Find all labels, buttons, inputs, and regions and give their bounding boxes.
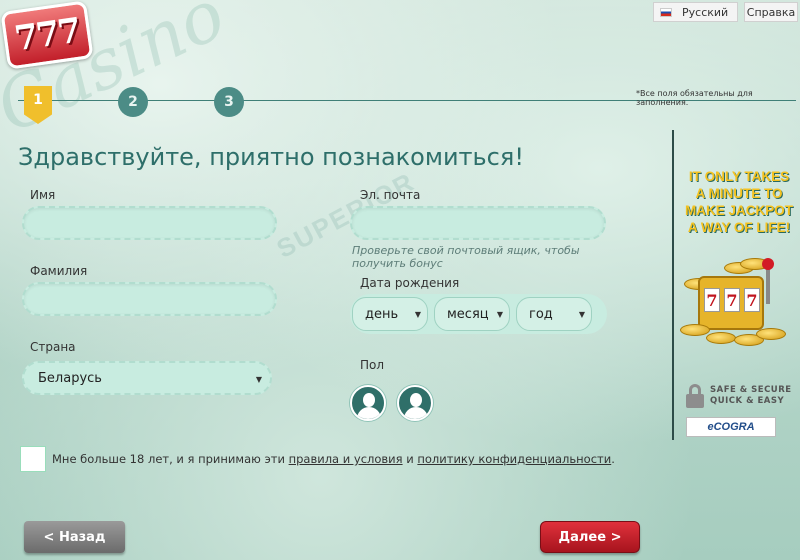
email-label: Эл. почта bbox=[360, 188, 421, 202]
last-name-label: Фамилия bbox=[30, 264, 88, 278]
email-hint: Проверьте свой почтовый ящик, чтобы полу… bbox=[352, 244, 580, 270]
step-3: 3 bbox=[214, 87, 244, 117]
secure-line-1: SAFE & SECURE bbox=[710, 385, 792, 395]
page-title: Здравствуйте, приятно познакомиться! bbox=[18, 143, 524, 171]
dob-year-value: год bbox=[529, 306, 553, 322]
required-note: *Все поля обязательны для заполнения. bbox=[636, 89, 753, 107]
slot-machine-image: 7 7 7 bbox=[680, 258, 786, 348]
dob-month-select[interactable]: месяц ▼ bbox=[434, 297, 510, 331]
secure-line-2: QUICK & EASY bbox=[710, 396, 785, 406]
secure-badge: SAFE & SECURE QUICK & EASY bbox=[686, 384, 796, 408]
side-divider bbox=[672, 130, 674, 440]
promo-text: IT ONLY TAKES A MINUTE TO MAKE JACKPOT A… bbox=[684, 169, 793, 235]
female-avatar-icon[interactable] bbox=[397, 385, 433, 421]
ecogra-badge: eCOGRA bbox=[686, 417, 776, 437]
language-label: Русский bbox=[682, 5, 729, 19]
help-button[interactable]: Справка bbox=[744, 2, 798, 22]
terms-suffix: . bbox=[611, 452, 615, 466]
chevron-down-icon: ▼ bbox=[414, 310, 421, 319]
chevron-down-icon: ▼ bbox=[578, 310, 585, 319]
lock-icon bbox=[686, 384, 704, 408]
flag-ru-icon bbox=[660, 7, 672, 17]
language-selector[interactable]: Русский bbox=[653, 2, 738, 22]
dob-day-select[interactable]: день ▼ bbox=[352, 297, 428, 331]
country-select[interactable]: Беларусь ▼ bbox=[22, 361, 272, 395]
last-name-input[interactable] bbox=[22, 282, 277, 316]
privacy-link[interactable]: политику конфиденциальности bbox=[417, 452, 611, 466]
country-value: Беларусь bbox=[38, 370, 102, 386]
age-terms-checkbox[interactable] bbox=[20, 446, 46, 472]
first-name-label: Имя bbox=[30, 188, 56, 202]
dob-month-value: месяц bbox=[447, 306, 489, 322]
first-name-input[interactable] bbox=[22, 206, 277, 240]
dob-day-value: день bbox=[365, 306, 399, 322]
next-button[interactable]: Далее > bbox=[540, 521, 640, 553]
chevron-down-icon: ▼ bbox=[255, 375, 262, 384]
back-button[interactable]: < Назад bbox=[24, 521, 125, 553]
terms-text: Мне больше 18 лет, и я принимаю эти прав… bbox=[52, 452, 615, 466]
dob-year-select[interactable]: год ▼ bbox=[516, 297, 592, 331]
male-avatar-icon[interactable] bbox=[350, 385, 386, 421]
gender-label: Пол bbox=[360, 358, 385, 372]
terms-link[interactable]: правила и условия bbox=[289, 452, 403, 466]
step-2: 2 bbox=[118, 87, 148, 117]
dob-label: Дата рождения bbox=[360, 276, 460, 290]
dob-group: день ▼ месяц ▼ год ▼ bbox=[350, 294, 607, 334]
brand-logo[interactable]: 777 bbox=[0, 0, 94, 70]
terms-prefix: Мне больше 18 лет, и я принимаю эти bbox=[52, 452, 289, 466]
email-input[interactable] bbox=[350, 206, 606, 240]
country-label: Страна bbox=[30, 340, 76, 354]
terms-middle: и bbox=[402, 452, 418, 466]
chevron-down-icon: ▼ bbox=[496, 310, 503, 319]
